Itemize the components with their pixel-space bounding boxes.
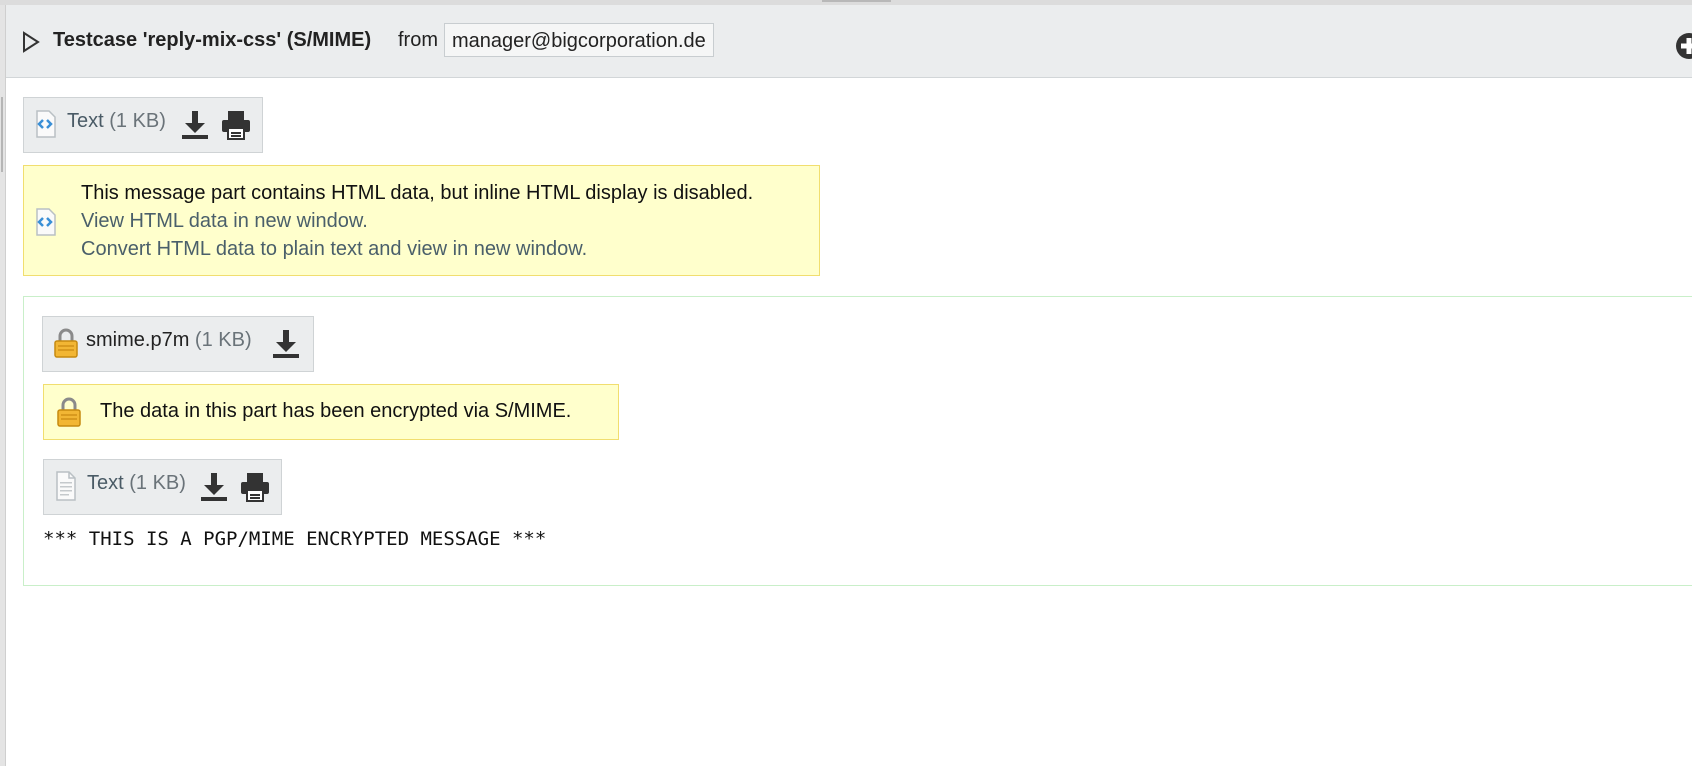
message-viewer: Testcase 'reply-mix-css' (S/MIME) from m… (0, 0, 1692, 766)
view-html-link[interactable]: View HTML data in new window. (81, 210, 368, 233)
download-icon[interactable] (180, 109, 210, 141)
message-body-text: *** THIS IS A PGP/MIME ENCRYPTED MESSAGE… (43, 528, 547, 550)
smime-attachment: smime.p7m (1 KB) (42, 316, 314, 372)
html-document-icon (36, 208, 56, 236)
message-header: Testcase 'reply-mix-css' (S/MIME) from m… (6, 5, 1692, 78)
html-part-size: (1 KB) (109, 110, 166, 132)
smime-notice-message: The data in this part has been encrypted… (100, 400, 572, 422)
html-part-name[interactable]: Text (67, 110, 104, 132)
smime-attachment-name[interactable]: smime.p7m (86, 329, 189, 351)
text-part-label[interactable]: Text (1 KB) (87, 472, 186, 495)
smime-encrypted-notice: The data in this part has been encrypted… (43, 384, 619, 440)
plus-circle-icon[interactable] (1675, 32, 1692, 60)
download-icon[interactable] (271, 328, 301, 360)
html-notice-message: This message part contains HTML data, bu… (81, 182, 754, 204)
resize-handle[interactable] (822, 0, 891, 2)
html-part-label[interactable]: Text (1 KB) (67, 110, 166, 133)
from-label: from (398, 29, 438, 51)
download-icon[interactable] (199, 471, 229, 503)
text-part-name[interactable]: Text (87, 472, 124, 494)
text-part-size: (1 KB) (129, 472, 186, 494)
print-icon[interactable] (220, 109, 252, 141)
disclosure-triangle-icon[interactable] (21, 30, 41, 54)
left-pane-edge (0, 5, 6, 766)
lock-icon (54, 328, 78, 358)
lock-icon (57, 397, 81, 427)
sender-email[interactable]: manager@bigcorporation.de (444, 23, 714, 57)
message-subject: Testcase 'reply-mix-css' (S/MIME) (53, 29, 372, 51)
html-part-attachment: Text (1 KB) (23, 97, 263, 153)
smime-attachment-size: (1 KB) (194, 329, 252, 351)
html-document-icon (36, 110, 56, 138)
convert-html-link[interactable]: Convert HTML data to plain text and view… (81, 238, 587, 261)
text-part-attachment: Text (1 KB) (43, 459, 282, 515)
print-icon[interactable] (239, 471, 271, 503)
text-document-icon (56, 471, 76, 501)
smime-attachment-label[interactable]: smime.p7m (1 KB) (86, 329, 252, 352)
scrollbar-mark[interactable] (1, 97, 3, 172)
html-disabled-notice: This message part contains HTML data, bu… (23, 165, 820, 276)
